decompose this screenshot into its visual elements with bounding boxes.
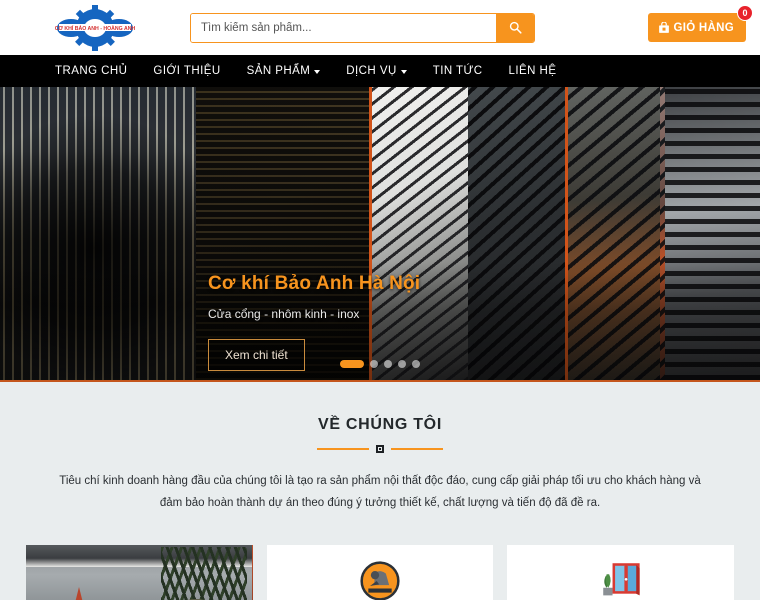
nav-label: TRANG CHỦ <box>55 65 128 77</box>
nav-item-tin-tuc[interactable]: TIN TỨC <box>420 55 496 87</box>
search-input[interactable] <box>191 13 496 42</box>
nav-label: SẢN PHẨM <box>246 65 311 77</box>
logo-text: CƠ KHÍ BẢO ANH - HOÀNG ANH <box>55 24 136 32</box>
hero-caption: Cơ khí Bảo Anh Hà Nội Cửa cổng - nhôm ki… <box>208 273 420 371</box>
photo-traffic-cone <box>66 586 92 600</box>
nav-label: LIÊN HỆ <box>508 65 557 77</box>
slider-dot-1[interactable] <box>340 360 364 368</box>
slide-staircase-warm-light <box>568 87 660 380</box>
card-worksite-photo[interactable] <box>26 544 253 600</box>
about-section: VỀ CHÚNG TÔI Tiêu chí kinh doanh hàng đầ… <box>0 382 760 545</box>
about-paragraph: Tiêu chí kinh doanh hàng đầu của chúng t… <box>59 475 701 510</box>
main-navigation: TRANG CHỦ GIỚI THIỆU SẢN PHẨM DỊCH VỤ TI… <box>0 55 760 87</box>
divider-square-icon <box>376 445 384 453</box>
slide-iron-gate-white-villa <box>0 87 196 380</box>
section-divider <box>310 445 450 453</box>
photo-red-pole <box>252 544 253 600</box>
co-khi-bao-anh-logo[interactable]: CƠ KHÍ BẢO ANH - HOÀNG ANH <box>49 4 141 51</box>
nav-label: TIN TỨC <box>432 65 483 77</box>
chevron-down-icon <box>400 69 407 74</box>
card-lap-dat-cua-nhom-kinh[interactable]: LẮP ĐẶT CỬA NHÔM KÍNH <box>507 544 735 600</box>
photo-plant <box>160 546 247 600</box>
welder-icon <box>267 557 494 600</box>
search-button[interactable] <box>496 13 534 42</box>
slide-dark-staircase-railing <box>468 87 565 380</box>
nav-item-lien-he[interactable]: LIÊN HỆ <box>496 55 570 87</box>
nav-label: DỊCH VỤ <box>346 65 397 77</box>
cart-count-badge: 0 <box>737 5 753 21</box>
window-icon <box>507 557 734 600</box>
cart-button[interactable]: GIỎ HÀNG <box>648 13 746 42</box>
worksite-photo <box>26 544 253 600</box>
gear-logo-icon: CƠ KHÍ BẢO ANH - HOÀNG ANH <box>55 4 136 51</box>
slide-spiral-staircase <box>665 87 760 380</box>
slider-dot-3[interactable] <box>384 360 392 368</box>
nav-item-san-pham[interactable]: SẢN PHẨM <box>234 55 334 87</box>
search-icon <box>509 21 522 34</box>
hero-title: Cơ khí Bảo Anh Hà Nội <box>208 273 421 294</box>
slider-dot-5[interactable] <box>412 360 420 368</box>
chevron-down-icon <box>314 69 321 74</box>
divider-line-right <box>391 448 443 450</box>
nav-item-dich-vu[interactable]: DỊCH VỤ <box>333 55 419 87</box>
nav-item-trang-chu[interactable]: TRANG CHỦ <box>42 55 140 87</box>
cart-label: GIỎ HÀNG <box>673 21 734 34</box>
hero-subtitle: Cửa cổng - nhôm kinh - inox <box>208 307 360 321</box>
shopping-cart-icon <box>659 21 670 33</box>
site-header: CƠ KHÍ BẢO ANH - HOÀNG ANH GIỎ HÀNG 0 <box>0 0 760 55</box>
slider-pagination[interactable] <box>0 360 760 368</box>
services-cards: THI CÔNG NHÀ SẮT - INOX LẮP ĐẶT CỬA NHÔM… <box>0 544 760 600</box>
slider-dot-2[interactable] <box>370 360 378 368</box>
logo-container[interactable]: CƠ KHÍ BẢO ANH - HOÀNG ANH <box>0 0 190 55</box>
hero-slider[interactable]: Cơ khí Bảo Anh Hà Nội Cửa cổng - nhôm ki… <box>0 87 760 382</box>
nav-item-gioi-thieu[interactable]: GIỚI THIỆU <box>140 55 233 87</box>
nav-label: GIỚI THIỆU <box>153 65 221 77</box>
search-box[interactable] <box>190 12 535 43</box>
card-thi-cong-nha-sat-inox[interactable]: THI CÔNG NHÀ SẮT - INOX <box>266 544 494 600</box>
divider-line-left <box>317 448 369 450</box>
cart-container[interactable]: GIỎ HÀNG 0 <box>648 5 753 42</box>
about-title: VỀ CHÚNG TÔI <box>318 416 442 433</box>
slider-dot-4[interactable] <box>398 360 406 368</box>
